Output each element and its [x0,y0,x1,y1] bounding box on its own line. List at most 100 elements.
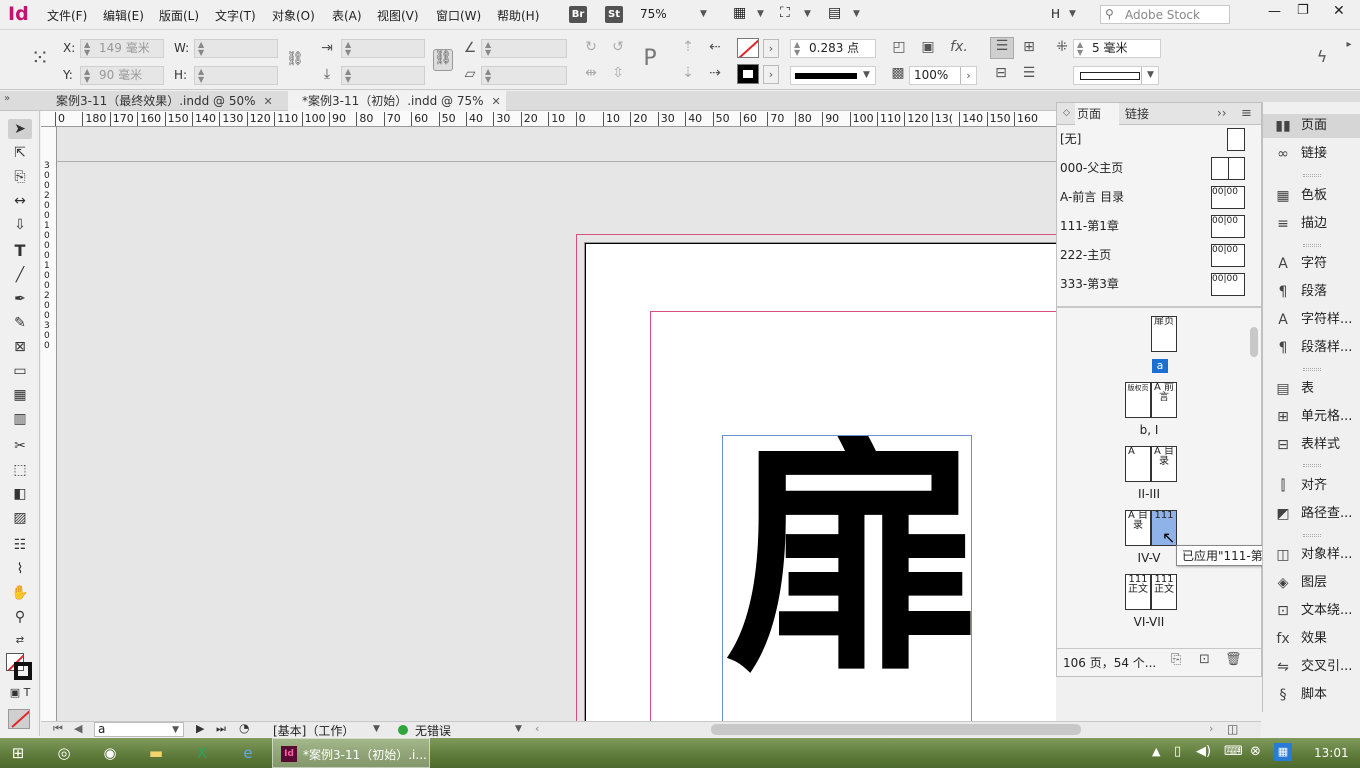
menu-window[interactable]: 窗口(W) [436,7,481,24]
gutter-field[interactable]: ▲ ▼ 5 毫米 [1073,39,1161,58]
table-tool-icon[interactable]: ▦ [8,385,32,405]
drop-shadow-icon[interactable]: ◰ [889,39,909,55]
document-canvas[interactable]: 扉 [57,127,1056,722]
align-text-left-icon[interactable]: ☰ [990,37,1014,59]
tab-links[interactable]: 链接 [1125,103,1149,125]
tray-device-icon[interactable]: ▯ [1174,744,1181,759]
panel-menu-icon[interactable]: ≡ [1241,106,1252,121]
dock-links[interactable]: ∞ 链接 [1263,142,1360,166]
stock-button[interactable]: St [605,6,623,23]
chevron-down-icon[interactable]: ▼ [853,9,860,19]
rectangle-frame-tool-icon[interactable]: ⊠ [8,337,32,357]
chevron-down-icon[interactable]: ▼ [373,724,380,734]
zoom-level[interactable]: 75% [640,7,667,21]
dock-cell-styles[interactable]: ⊞ 单元格... [1263,405,1360,429]
flip-horizontal-icon[interactable]: ⇹ [581,65,601,81]
new-page-icon[interactable]: ⊡ [1199,652,1210,667]
tray-expand-icon[interactable]: ▲ [1152,745,1160,758]
page-thumb-iii[interactable]: A 目录 [1151,446,1177,482]
rectangle-tool-icon[interactable]: ▭ [8,361,32,381]
constrain-scale-icon[interactable]: ⛓ [433,49,453,71]
dock-swatches[interactable]: ▦ 色板 [1263,184,1360,208]
rotate-ccw-icon[interactable]: ↺ [608,39,628,55]
select-content-icon[interactable]: ⇣ [678,65,698,81]
dock-text-wrap[interactable]: ⊡ 文本绕... [1263,599,1360,623]
page-thumb-vi[interactable]: 111 正文 [1125,574,1151,610]
height-field[interactable]: ▲ ▼ [194,66,278,85]
formatting-container-icon[interactable]: ▣ T [8,683,32,703]
last-page-icon[interactable]: ⏭ [216,722,226,736]
delete-page-icon[interactable]: 🗑 [1225,652,1242,667]
scale-x-field[interactable]: ▲ ▼ [341,39,425,58]
tab-final-doc[interactable]: 案例3-11（最终效果）.indd @ 50% ✕ [42,91,280,111]
keyboard-icon[interactable]: ⌨ [1224,744,1243,759]
fill-swatch[interactable] [737,38,759,58]
chevron-down-icon[interactable]: ▼ [1069,9,1076,19]
expand-panel-icon[interactable]: ›› [1217,106,1227,120]
workspace-switcher[interactable]: H [1051,7,1060,21]
panel-menu-icon[interactable]: ▸ [1342,37,1356,53]
file-explorer-icon[interactable]: ▬ [144,742,168,764]
page-thumb-preface[interactable]: A 前言 [1151,382,1177,418]
restore-button[interactable]: ❐ [1297,3,1309,18]
tab-initial-doc[interactable]: *案例3-11（初始）.indd @ 75% ✕ [288,91,506,111]
scissors-tool-icon[interactable]: ✂ [8,436,32,456]
swap-colors-icon[interactable]: ⇄ [8,631,32,651]
dock-layers[interactable]: ◈ 图层 [1263,571,1360,595]
workflow-status[interactable]: [基本]（工作） [273,722,354,739]
excel-icon[interactable]: X [190,742,214,764]
app-launcher-icon[interactable]: ◎ [52,742,76,764]
y-position-field[interactable]: ▲ ▼ 90 毫米 [80,66,164,85]
windows-start-icon[interactable]: ⊞ [6,742,30,764]
chevron-down-icon[interactable]: ▼ [804,9,811,19]
dock-table[interactable]: ▤ 表 [1263,377,1360,401]
close-icon[interactable]: ✕ [492,95,501,108]
scroll-left-icon[interactable]: ‹ [535,722,539,735]
view-options-icon[interactable]: ⛶ [780,5,790,21]
stroke-type-select[interactable]: ▼ [790,66,876,85]
zoom-chevron-icon[interactable]: ▼ [700,9,707,19]
stroke-color-icon[interactable] [14,662,32,680]
menu-type[interactable]: 文字(T) [215,7,256,24]
taskbar-indesign-window[interactable]: Id *案例3-11（初始）.i... [272,738,430,768]
page-thumb-cover[interactable]: 扉页 [1151,316,1177,352]
text-frame[interactable]: 扉 [722,435,972,722]
dock-align[interactable]: ⫿ 对齐 [1263,474,1360,498]
open-page-icon[interactable]: ◔ [239,721,249,735]
free-transform-tool-icon[interactable]: ⬚ [8,460,32,480]
select-next-icon[interactable]: ⇢ [705,65,725,81]
dock-stroke[interactable]: ≡ 描边 [1263,212,1360,236]
collapse-tools-icon[interactable]: » [4,93,10,104]
next-page-icon[interactable]: ▶ [196,722,204,735]
apply-none-icon[interactable] [8,709,30,729]
dock-table-styles[interactable]: ⊟ 表样式 [1263,433,1360,457]
align-top-icon[interactable]: ⊟ [990,65,1012,81]
stroke-weight-field[interactable]: ▲ ▼ 0.283 点 [790,39,876,58]
stock-search-input[interactable]: ⚲ Adobe Stock [1100,5,1230,24]
volume-icon[interactable]: ◀) [1196,744,1211,759]
dock-object-styles[interactable]: ◫ 对象样... [1263,543,1360,567]
stroke-menu-chevron[interactable]: › [763,65,779,84]
direct-selection-tool-icon[interactable]: ⇱ [8,143,32,163]
dock-pages[interactable]: ▮▮ 页面 [1263,114,1360,138]
content-collector-icon[interactable]: ⇩ [8,215,32,235]
page-thumb-iv[interactable]: A 目录 [1125,510,1151,546]
menu-object[interactable]: 对象(O) [272,7,315,24]
fill-menu-chevron[interactable]: › [763,39,779,58]
flip-vertical-icon[interactable]: ⇳ [608,65,628,81]
master-000-parent[interactable]: 000-父主页 [1060,154,1245,182]
select-previous-icon[interactable]: ⇠ [705,39,725,55]
previous-page-icon[interactable]: ◀ [74,722,82,735]
quick-apply-icon[interactable]: ϟ [1312,49,1332,65]
menu-help[interactable]: 帮助(H) [497,7,539,24]
grid-tool-icon[interactable]: ▥ [8,409,32,429]
dock-pathfinder[interactable]: ◩ 路径查... [1263,502,1360,526]
stroke-swatch[interactable] [737,64,759,84]
dock-character[interactable]: A 字符 [1263,252,1360,276]
tab-pages[interactable]: 页面 [1075,103,1119,125]
text-wrap-icon[interactable]: ⊞ [1018,39,1040,55]
note-tool-icon[interactable]: ☷ [8,535,32,555]
chevron-down-icon[interactable]: ▼ [757,9,764,19]
menu-table[interactable]: 表(A) [332,7,362,24]
first-page-icon[interactable]: ⏮ [53,722,63,736]
